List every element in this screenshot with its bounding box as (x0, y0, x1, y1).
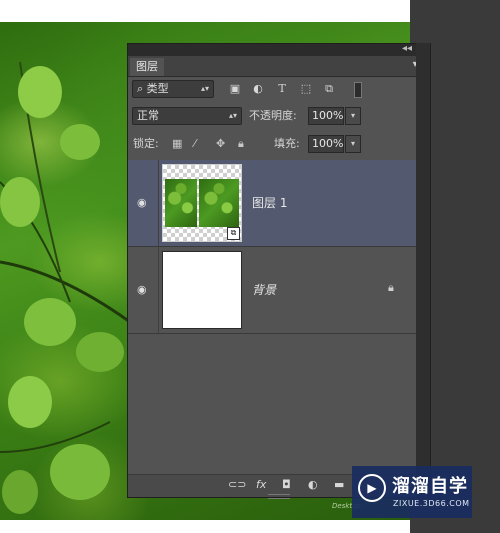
lock-brush-icon[interactable]: ⁄ (194, 135, 196, 153)
tab-layers[interactable]: 图层 (130, 58, 164, 76)
shape-filter-icon[interactable]: ⬚ (299, 82, 313, 96)
layer-lock-icon: 🔒︎ (388, 281, 394, 294)
layer-name[interactable]: 背景 (252, 281, 276, 298)
layers-panel: ◂◂ ✕ 图层 ▾≡ ⌕ 类型 ▴▾ ▣ ◐ T ⬚ ⧉ 正常 ▴▾ 不透明度:… (127, 43, 431, 499)
text-filter-icon[interactable]: T (275, 82, 289, 96)
panel-scrollbar[interactable] (416, 43, 430, 498)
lock-transparent-icon[interactable]: ▦ (172, 135, 182, 153)
filter-row: ⌕ 类型 ▴▾ ▣ ◐ T ⬚ ⧉ (128, 79, 430, 101)
fill-label: 填充: (274, 137, 300, 150)
fill-field[interactable]: 100% (308, 135, 344, 153)
watermark-subtitle: ZIXUE.3D66.COM (393, 499, 470, 508)
layer-thumbnail: ⧉ (162, 164, 242, 242)
double-chevron-icon[interactable]: ◂◂ (402, 43, 412, 55)
opacity-dropdown-arrow[interactable]: ▾ (345, 107, 361, 125)
lock-label: 锁定: (133, 137, 159, 150)
panel-tabbar: 图层 ▾≡ (128, 56, 430, 77)
fill-dropdown-arrow[interactable]: ▾ (345, 135, 361, 153)
filter-toggle-switch[interactable] (354, 82, 362, 98)
adjustment-filter-icon[interactable]: ◐ (251, 82, 265, 96)
thumbnail-leaf-image (165, 179, 197, 227)
panel-titlebar[interactable]: ◂◂ ✕ (128, 43, 430, 56)
opacity-field[interactable]: 100% (308, 107, 344, 125)
image-filter-icon[interactable]: ▣ (228, 82, 242, 96)
visibility-toggle[interactable]: ◉ (128, 247, 159, 333)
layer-row-layer1[interactable]: ◉ ⧉ 图层 1 (128, 160, 430, 247)
opacity-label: 不透明度: (249, 109, 297, 122)
canvas-margin (0, 520, 410, 533)
search-icon: ⌕ (137, 82, 147, 95)
thumbnail-leaf-image (199, 179, 239, 227)
blend-row: 正常 ▴▾ 不透明度: 100% ▾ (128, 107, 430, 129)
smart-object-filter-icon[interactable]: ⧉ (322, 82, 336, 96)
eye-icon: ◉ (137, 196, 147, 209)
layer-name[interactable]: 图层 1 (252, 194, 287, 211)
filter-kind-dropdown[interactable]: ⌕ 类型 ▴▾ (132, 80, 214, 98)
blend-mode-dropdown[interactable]: 正常 ▴▾ (132, 107, 242, 125)
chevron-updown-icon: ▴▾ (200, 84, 209, 93)
smart-object-badge-icon: ⧉ (227, 227, 240, 240)
watermark-title: 溜溜自学 (392, 476, 468, 497)
layer-thumbnail (162, 251, 242, 329)
visibility-toggle[interactable]: ◉ (128, 160, 159, 246)
lock-all-icon[interactable]: 🔒︎ (238, 135, 244, 153)
lock-move-icon[interactable]: ✥ (216, 135, 225, 153)
filter-kind-value: 类型 (146, 82, 169, 95)
fx-icon[interactable]: fx (256, 478, 266, 492)
eye-icon: ◉ (137, 283, 147, 296)
blend-mode-value: 正常 (137, 109, 159, 122)
layers-list: ◉ ⧉ 图层 1 ◉ 背景 🔒︎ (128, 158, 430, 474)
play-logo-icon: ▶ (358, 474, 386, 502)
watermark-badge: ▶ 溜溜自学 ZIXUE.3D66.COM (352, 466, 472, 518)
lock-row: 锁定: ▦ ⁄ ✥ 🔒︎ 填充: 100% ▾ (128, 135, 430, 157)
group-folder-icon[interactable]: ▬ (334, 478, 344, 492)
mask-icon[interactable]: ◘ (282, 478, 291, 492)
adjustment-layer-icon[interactable]: ◐ (308, 478, 318, 492)
resize-grip[interactable] (268, 494, 290, 499)
link-icon[interactable]: ⊂⊃ (228, 478, 246, 492)
chevron-updown-icon: ▴▾ (228, 111, 237, 120)
layer-row-background[interactable]: ◉ 背景 🔒︎ (128, 247, 430, 334)
